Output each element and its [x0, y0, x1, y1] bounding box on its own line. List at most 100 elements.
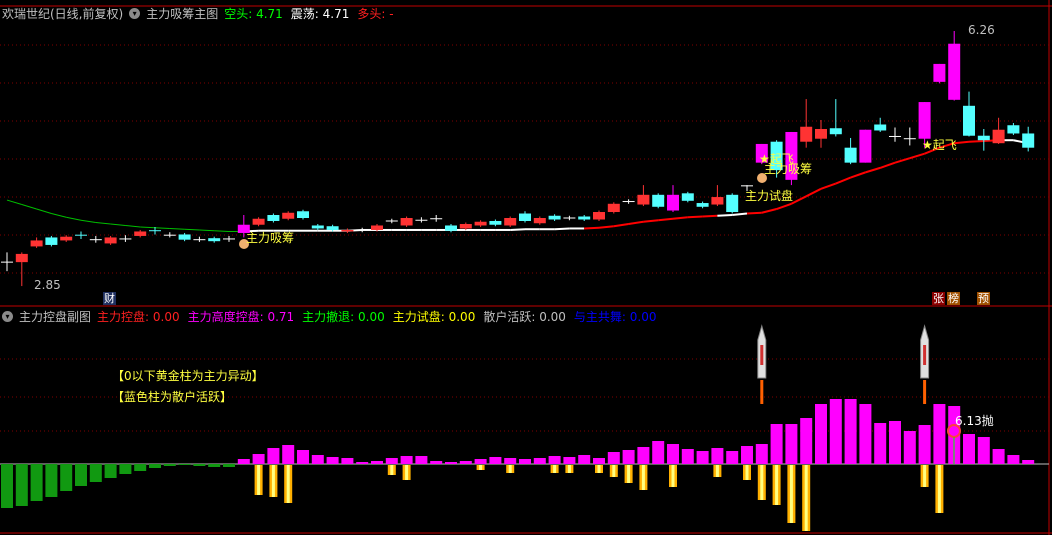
ma-segment	[95, 221, 111, 225]
chevron-down-icon[interactable]: ▾	[129, 8, 141, 19]
candle-body	[445, 225, 457, 231]
stock-name: 欢瑞世纪(日线,前复权)	[2, 7, 124, 21]
header-item: 主力高度控盘: 0.71	[188, 308, 295, 325]
control-bar	[992, 449, 1005, 464]
control-bar	[711, 448, 724, 464]
candle-body	[918, 102, 931, 139]
gold-bar-highlight	[405, 465, 409, 480]
main-indicator-name[interactable]: 主力吸筹主图	[146, 5, 218, 22]
candle-body	[519, 213, 531, 221]
control-bar	[533, 458, 546, 464]
retreat-bar	[104, 464, 117, 478]
header-item: 散户活跃: 0.00	[483, 308, 566, 325]
gold-bar-highlight	[715, 465, 719, 477]
header-item-value: 4.71	[322, 7, 350, 21]
ranking-badge[interactable]: 榜	[947, 292, 960, 305]
candle-body	[637, 194, 650, 205]
header-item: 多头: -	[357, 5, 393, 22]
candle-body	[326, 226, 339, 230]
rocket-stripe	[760, 345, 764, 365]
retreat-bar	[119, 464, 132, 474]
gold-bar-highlight	[597, 465, 601, 473]
sub-indicator-name[interactable]: 主力控盘副图	[19, 308, 91, 325]
takeoff-label-2: ★起飞	[922, 138, 957, 152]
gold-bar-highlight	[923, 465, 927, 487]
header-item: 主力控盘: 0.00	[97, 308, 180, 325]
retreat-bar	[178, 464, 191, 465]
ma-segment	[510, 228, 526, 231]
candle-body	[593, 212, 605, 220]
candle-body	[459, 223, 472, 229]
control-bar	[237, 459, 250, 464]
ma-segment	[184, 228, 200, 231]
candle-body	[874, 124, 887, 131]
ma-segment	[894, 157, 911, 164]
gold-bar-highlight	[271, 465, 275, 497]
sub-header: ▾ 主力控盘副图 主力控盘: 0.00 主力高度控盘: 0.71 主力撤退: 0.0…	[2, 308, 656, 325]
control-bar	[652, 441, 665, 464]
control-bar	[578, 455, 591, 464]
ma-segment	[140, 226, 156, 229]
limit-up-badge[interactable]: 张	[932, 292, 945, 305]
ma-segment	[805, 187, 822, 198]
candle-body	[992, 129, 1005, 144]
forecast-badge[interactable]: 预	[977, 292, 990, 305]
candle-body	[474, 221, 487, 226]
ma-segment	[584, 226, 600, 230]
retreat-bar	[89, 464, 102, 482]
rocket-stripe	[923, 345, 927, 365]
control-bar	[918, 425, 931, 464]
finance-badge[interactable]: 财	[103, 292, 116, 305]
candle-body	[667, 194, 679, 211]
control-bar	[726, 451, 739, 464]
chevron-down-icon[interactable]: ▾	[2, 311, 13, 322]
absorb-label: 主力吸筹	[246, 231, 295, 245]
candle-body	[578, 216, 591, 220]
candle-body	[400, 218, 413, 226]
high-price-label: 6.26	[968, 23, 995, 37]
ma-segment	[628, 220, 644, 225]
ma-segment	[21, 204, 37, 210]
gold-bar-highlight	[804, 465, 808, 531]
control-bar	[297, 450, 309, 464]
control-bar	[800, 418, 813, 464]
control-bar	[415, 456, 428, 464]
gold-bar-highlight	[390, 465, 394, 475]
header-item-label: 震荡:	[290, 7, 323, 21]
header-item: 主力试盘: 0.00	[393, 308, 476, 325]
candle-body	[948, 43, 961, 100]
gold-bar-highlight	[286, 465, 290, 503]
gold-bar-highlight	[745, 465, 749, 480]
retreat-bar	[163, 464, 176, 466]
ma-segment	[154, 227, 170, 229]
control-bar	[963, 434, 975, 464]
note-blue: 【蓝色柱为散户活跃】	[112, 390, 233, 404]
candle-body	[60, 236, 73, 241]
control-bar	[903, 431, 916, 464]
takeoff-label: ★起飞	[759, 152, 794, 166]
ma-segment	[687, 215, 703, 219]
ma-segment	[732, 212, 748, 217]
control-bar	[341, 458, 354, 464]
control-bar	[859, 404, 872, 464]
candle-body	[504, 218, 517, 226]
control-bar	[519, 459, 531, 464]
retreat-bar	[208, 464, 221, 467]
control-bar	[829, 399, 842, 464]
header-item-value: 0.71	[267, 310, 295, 324]
rocket-flame	[760, 380, 764, 404]
candle-body	[681, 193, 694, 201]
candle-body	[134, 231, 147, 236]
control-bar	[489, 457, 502, 464]
ma-segment	[865, 166, 881, 174]
ma-segment	[125, 224, 141, 228]
candle-body	[311, 225, 324, 229]
candle-body	[1022, 133, 1035, 148]
candle-body	[711, 197, 724, 205]
control-bar	[889, 421, 901, 464]
kline-chart[interactable]	[0, 0, 1052, 535]
header-item: 震荡: 4.71	[291, 5, 350, 22]
header-item: 空头: 4.71	[224, 5, 283, 22]
candle-body	[15, 253, 28, 263]
retreat-bar	[75, 464, 87, 486]
